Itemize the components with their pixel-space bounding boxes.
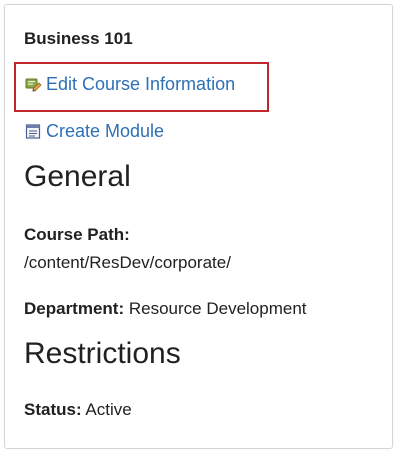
department-label: Department: — [24, 299, 125, 318]
edit-course-icon — [24, 75, 42, 93]
edit-course-information-link[interactable]: Edit Course Information — [24, 73, 235, 95]
course-title: Business 101 — [24, 29, 133, 48]
department-field: Department: Resource Development — [24, 297, 307, 321]
restrictions-heading: Restrictions — [24, 337, 181, 370]
create-module-icon — [24, 122, 42, 140]
edit-course-information-label: Edit Course Information — [46, 74, 236, 94]
create-module-link[interactable]: Create Module — [24, 120, 164, 142]
status-field: Status: Active — [24, 398, 132, 422]
status-label: Status: — [24, 400, 82, 419]
create-module-label: Create Module — [46, 121, 165, 141]
course-path-label: Course Path: — [24, 225, 130, 244]
status-value: Active — [85, 400, 132, 419]
department-value: Resource Development — [128, 299, 307, 318]
course-path-value: /content/ResDev/corporate/ — [24, 253, 231, 272]
general-heading: General — [24, 160, 131, 193]
